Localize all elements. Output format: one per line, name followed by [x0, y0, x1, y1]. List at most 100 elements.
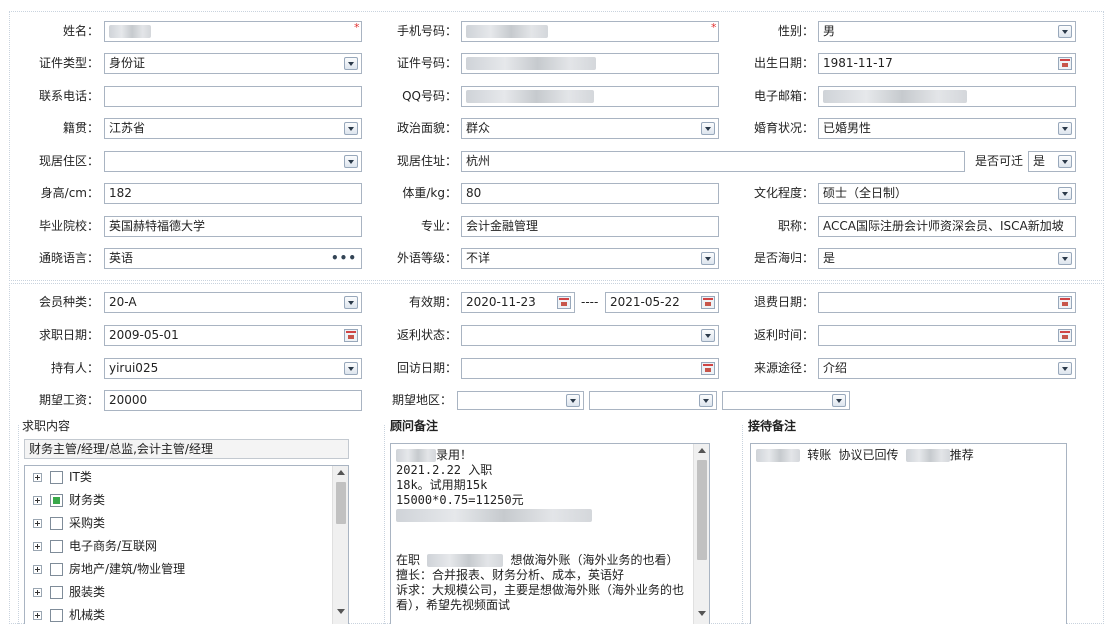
political-select[interactable]: 群众 — [461, 118, 719, 139]
chevron-down-icon[interactable] — [566, 394, 580, 407]
chevron-down-icon[interactable] — [701, 122, 715, 135]
langlevel-label: 外语等级： — [396, 251, 457, 265]
expand-icon[interactable] — [33, 496, 42, 505]
expand-icon[interactable] — [33, 565, 42, 574]
area-select[interactable] — [104, 151, 362, 172]
calendar-icon[interactable] — [344, 329, 358, 342]
chevron-down-icon[interactable] — [344, 362, 358, 375]
calendar-icon[interactable] — [701, 362, 715, 375]
tree-item[interactable]: 房地产/建筑/物业管理 — [33, 559, 185, 579]
salary-input[interactable]: 20000 — [104, 390, 362, 411]
scroll-up-icon[interactable] — [698, 448, 706, 453]
calendar-icon[interactable] — [1058, 296, 1072, 309]
phone-input[interactable] — [461, 21, 719, 42]
address-label: 现居住址： — [396, 154, 457, 168]
refund-date-input[interactable] — [818, 292, 1076, 313]
tree-item[interactable]: 财务类 — [33, 490, 105, 510]
tree-item[interactable]: 服装类 — [33, 582, 105, 602]
idno-input[interactable] — [461, 53, 719, 74]
tree-checkbox[interactable] — [50, 471, 63, 484]
tree-scrollbar[interactable] — [332, 466, 348, 624]
tree-checkbox[interactable] — [50, 494, 63, 507]
revisit-date-input[interactable] — [461, 358, 719, 379]
scroll-thumb[interactable] — [336, 482, 346, 524]
tree-item[interactable]: 机械类 — [33, 605, 105, 624]
edu-select[interactable]: 硕士（全日制） — [818, 183, 1076, 204]
holder-select[interactable]: yirui025 — [104, 358, 362, 379]
tree-checkbox[interactable] — [50, 609, 63, 622]
height-input[interactable]: 182 — [104, 183, 362, 204]
marital-select[interactable]: 已婚男性 — [818, 118, 1076, 139]
overseas-select[interactable]: 是 — [818, 248, 1076, 269]
valid-to-input[interactable]: 2021-05-22 — [605, 292, 719, 313]
scroll-up-icon[interactable] — [337, 470, 345, 475]
tree-checkbox[interactable] — [50, 586, 63, 599]
language-input[interactable]: 英语 ••• — [104, 248, 362, 269]
birth-date-input[interactable]: 1981-11-17 — [818, 53, 1076, 74]
expand-icon[interactable] — [33, 588, 42, 597]
region-district-select[interactable] — [722, 391, 850, 410]
rebate-status-select[interactable] — [461, 325, 719, 346]
job-category-tree[interactable]: IT类财务类采购类电子商务/互联网房地产/建筑/物业管理 服装类机械类 — [24, 465, 349, 624]
region-city-select[interactable] — [589, 391, 717, 410]
chevron-down-icon[interactable] — [1058, 155, 1072, 168]
title-input[interactable]: ACCA国际注册会计师资深会员、ISCA新加坡 — [818, 216, 1076, 237]
scroll-thumb[interactable] — [697, 460, 707, 560]
origin-select[interactable]: 江苏省 — [104, 118, 362, 139]
chevron-down-icon[interactable] — [344, 296, 358, 309]
weight-input[interactable]: 80 — [461, 183, 719, 204]
advisor-notes-textarea[interactable]: 录用！ 2021.2.22 入职 18k。试用期15k 15000*0.75=1125… — [390, 443, 710, 624]
expand-icon[interactable] — [33, 473, 42, 482]
chevron-down-icon[interactable] — [344, 122, 358, 135]
chevron-down-icon[interactable] — [699, 394, 713, 407]
chevron-down-icon[interactable] — [1058, 252, 1072, 265]
gender-select[interactable]: 男 — [818, 21, 1076, 42]
tree-item[interactable]: 电子商务/互联网 — [33, 536, 157, 556]
chevron-down-icon[interactable] — [1058, 187, 1072, 200]
tree-checkbox[interactable] — [50, 517, 63, 530]
expand-icon[interactable] — [33, 542, 42, 551]
note-line — [396, 508, 687, 523]
email-input[interactable] — [818, 86, 1076, 107]
relocate-select[interactable]: 是 — [1028, 151, 1076, 172]
reception-notes-textarea[interactable]: 转账 协议已回传 推荐 — [750, 443, 1067, 624]
expand-icon[interactable] — [33, 519, 42, 528]
qq-input[interactable] — [461, 86, 719, 107]
chevron-down-icon[interactable] — [1058, 362, 1072, 375]
chevron-down-icon[interactable] — [1058, 122, 1072, 135]
chevron-down-icon[interactable] — [701, 329, 715, 342]
idtype-select[interactable]: 身份证 — [104, 53, 362, 74]
chevron-down-icon[interactable] — [832, 394, 846, 407]
address-input[interactable]: 杭州 — [461, 151, 965, 172]
tree-item-label: 电子商务/互联网 — [69, 539, 158, 553]
member-type-select[interactable]: 20-A — [104, 292, 362, 313]
more-icon[interactable]: ••• — [331, 249, 357, 268]
chevron-down-icon[interactable] — [1058, 25, 1072, 38]
chevron-down-icon[interactable] — [701, 252, 715, 265]
school-input[interactable]: 英国赫特福德大学 — [104, 216, 362, 237]
name-input[interactable] — [104, 21, 362, 42]
job-date-input[interactable]: 2009-05-01 — [104, 325, 362, 346]
source-select[interactable]: 介绍 — [818, 358, 1076, 379]
chevron-down-icon[interactable] — [344, 57, 358, 70]
school-value: 英国赫特福德大学 — [109, 219, 206, 233]
calendar-icon[interactable] — [701, 296, 715, 309]
rebate-time-input[interactable] — [818, 325, 1076, 346]
tree-checkbox[interactable] — [50, 540, 63, 553]
notes-scrollbar[interactable] — [693, 444, 709, 624]
scroll-down-icon[interactable] — [337, 609, 345, 614]
calendar-icon[interactable] — [557, 296, 571, 309]
contact-phone-input[interactable] — [104, 86, 362, 107]
tree-item[interactable]: 采购类 — [33, 513, 105, 533]
calendar-icon[interactable] — [1058, 57, 1072, 70]
expand-icon[interactable] — [33, 611, 42, 620]
tree-checkbox[interactable] — [50, 563, 63, 576]
langlevel-select[interactable]: 不详 — [461, 248, 719, 269]
tree-item[interactable]: IT类 — [33, 467, 92, 487]
major-input[interactable]: 会计金融管理 — [461, 216, 719, 237]
valid-from-input[interactable]: 2020-11-23 — [461, 292, 575, 313]
region-province-select[interactable] — [457, 391, 584, 410]
chevron-down-icon[interactable] — [344, 155, 358, 168]
scroll-down-icon[interactable] — [698, 611, 706, 616]
calendar-icon[interactable] — [1058, 329, 1072, 342]
